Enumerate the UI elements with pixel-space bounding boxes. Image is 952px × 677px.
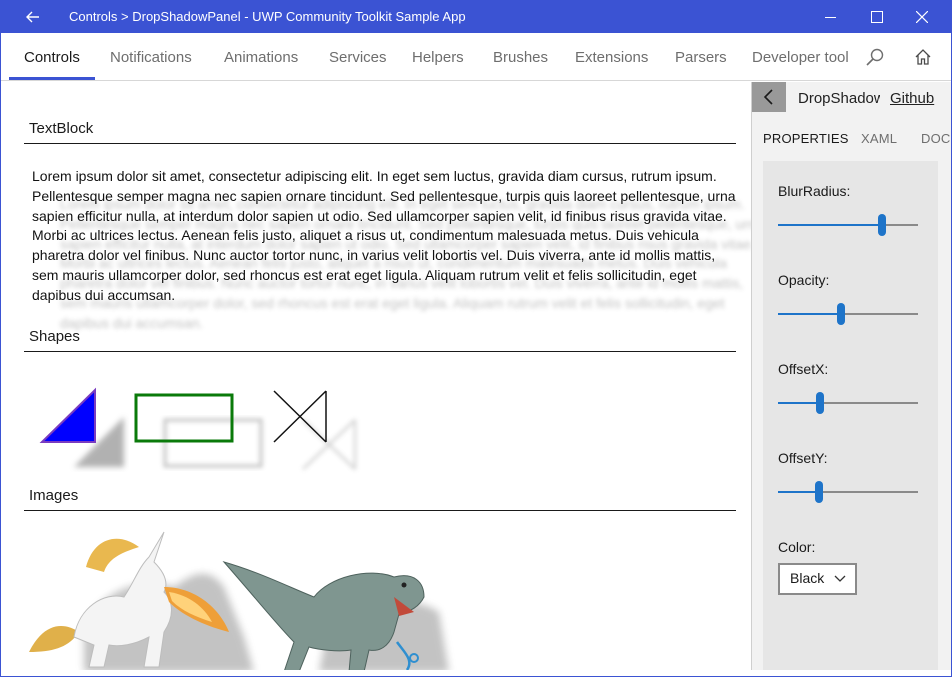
slider-thumb[interactable] xyxy=(816,392,824,414)
tab-xaml[interactable]: XAML xyxy=(861,131,897,146)
slider-thumb[interactable] xyxy=(837,303,845,325)
minimize-button[interactable] xyxy=(807,1,853,33)
images-header: Images xyxy=(29,487,79,504)
home-icon xyxy=(915,49,931,65)
blur-radius-slider[interactable] xyxy=(778,214,918,236)
close-button[interactable] xyxy=(899,1,945,33)
drop-shadow-textblock: Lorem ipsum dolor sit amet, consectetur … xyxy=(32,167,751,331)
textblock-divider xyxy=(24,143,736,144)
nav-tab-brushes[interactable]: Brushes xyxy=(493,49,548,66)
dinosaur-image xyxy=(222,561,449,670)
offset-x-slider[interactable] xyxy=(778,392,918,414)
panel-title: DropShadowPanel xyxy=(798,90,880,107)
slider-fill xyxy=(778,402,820,404)
textblock-header: TextBlock xyxy=(29,120,94,137)
tab-properties[interactable]: PROPERTIES xyxy=(763,131,849,146)
chevron-down-icon xyxy=(834,575,846,582)
triangle-shape xyxy=(39,387,124,467)
slider-fill xyxy=(778,313,841,315)
sample-content: TextBlock Lorem ipsum dolor sit amet, co… xyxy=(9,82,751,670)
color-selected-value: Black xyxy=(790,570,825,586)
active-tab-indicator xyxy=(9,77,95,80)
properties-list: BlurRadius: Opacity: OffsetX: OffsetY: C… xyxy=(763,161,938,670)
nav-tab-parsers[interactable]: Parsers xyxy=(675,49,727,66)
color-dropdown[interactable]: Black xyxy=(778,563,857,595)
opacity-label: Opacity: xyxy=(778,272,830,288)
shapes-divider xyxy=(24,351,736,352)
nav-tab-animations[interactable]: Animations xyxy=(224,49,298,66)
nav-tab-developer-tools[interactable]: Developer tool xyxy=(752,49,852,66)
search-icon xyxy=(866,48,884,66)
back-button[interactable] xyxy=(21,5,45,29)
panel-collapse-button[interactable] xyxy=(752,82,786,112)
window-title: Controls > DropShadowPanel - UWP Communi… xyxy=(69,9,466,24)
nav-tab-services[interactable]: Services xyxy=(329,49,387,66)
top-navigation: Controls Notifications Animations Servic… xyxy=(1,33,951,81)
slider-fill xyxy=(778,491,819,493)
opacity-slider[interactable] xyxy=(778,303,918,325)
slider-thumb[interactable] xyxy=(815,481,823,503)
back-arrow-icon xyxy=(26,11,39,23)
nav-tab-extensions[interactable]: Extensions xyxy=(575,49,648,66)
nav-tab-controls[interactable]: Controls xyxy=(24,49,80,66)
offset-y-slider[interactable] xyxy=(778,481,918,503)
title-bar: Controls > DropShadowPanel - UWP Communi… xyxy=(1,1,951,33)
blur-radius-label: BlurRadius: xyxy=(778,183,851,199)
images-divider xyxy=(24,510,736,511)
offset-x-label: OffsetX: xyxy=(778,361,829,377)
github-link[interactable]: Github xyxy=(890,90,934,107)
bowtie-shape xyxy=(273,390,356,470)
properties-panel: DropShadowPanel Github PROPERTIES XAML D… xyxy=(752,82,951,670)
app-window: Controls > DropShadowPanel - UWP Communi… xyxy=(0,0,952,677)
maximize-button[interactable] xyxy=(853,1,899,33)
home-button[interactable] xyxy=(911,45,935,69)
slider-fill xyxy=(778,224,882,226)
nav-tab-helpers[interactable]: Helpers xyxy=(412,49,464,66)
color-label: Color: xyxy=(778,539,816,555)
search-button[interactable] xyxy=(863,45,887,69)
lorem-paragraph: Lorem ipsum dolor sit amet, consectetur … xyxy=(32,168,736,303)
close-icon xyxy=(916,11,928,23)
rectangle-shape xyxy=(134,393,263,468)
tab-doc[interactable]: DOC xyxy=(921,131,951,146)
chevron-left-icon xyxy=(763,89,773,105)
slider-thumb[interactable] xyxy=(878,214,886,236)
offset-y-label: OffsetY: xyxy=(778,450,828,466)
nav-tab-notifications[interactable]: Notifications xyxy=(110,49,192,66)
